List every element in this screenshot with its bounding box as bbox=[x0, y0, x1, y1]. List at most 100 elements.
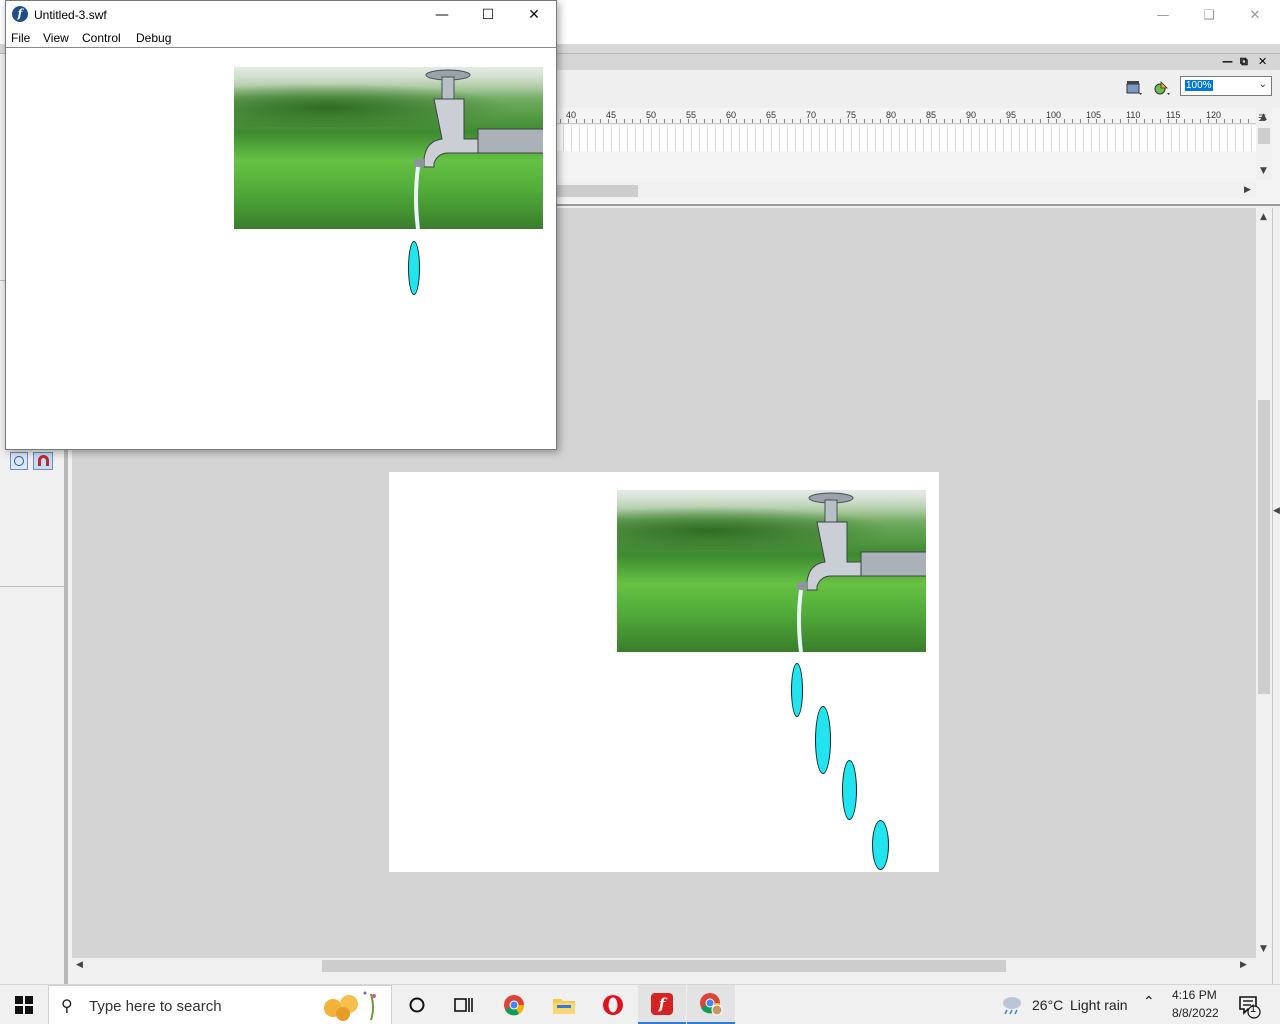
ruler-tick bbox=[872, 119, 873, 123]
ruler-tick bbox=[792, 119, 793, 123]
ruler-tick bbox=[1080, 119, 1081, 123]
ruler-tick bbox=[1232, 119, 1233, 123]
ruler-tick bbox=[1040, 119, 1041, 123]
menu-file[interactable]: File bbox=[11, 31, 30, 45]
water-drop[interactable] bbox=[872, 820, 889, 870]
flash-player-icon: f bbox=[12, 6, 28, 22]
ruler-tick bbox=[952, 119, 953, 123]
close-button[interactable]: ✕ bbox=[511, 1, 557, 29]
ruler-tick bbox=[1048, 119, 1049, 123]
ruler-tick bbox=[816, 119, 817, 123]
task-view-button[interactable] bbox=[393, 985, 441, 1024]
notification-count: 1 bbox=[1250, 1003, 1257, 1015]
taskbar: ⚲ Type here to search f 26°C Light rain … bbox=[0, 984, 1280, 1024]
ruler-tick bbox=[1248, 119, 1249, 123]
scroll-right-icon[interactable]: ▶ bbox=[1240, 960, 1247, 970]
timeline-hscroll-thumb[interactable] bbox=[556, 185, 638, 197]
panel-close-icon[interactable]: ✕ bbox=[1258, 55, 1267, 68]
timeline-horizontal-scrollbar[interactable]: ▶ bbox=[556, 182, 1256, 198]
chevron-down-icon: ⌄ bbox=[1258, 79, 1267, 90]
faucet-image[interactable] bbox=[617, 490, 926, 652]
maximize-button[interactable]: ☐ bbox=[465, 1, 511, 29]
weather-condition[interactable]: Light rain bbox=[1070, 997, 1128, 1013]
ruler-tick bbox=[1064, 119, 1065, 123]
weather-temperature[interactable]: 26°C bbox=[1032, 997, 1063, 1013]
ruler-tick bbox=[560, 119, 561, 123]
taskbar-search[interactable]: ⚲ Type here to search bbox=[48, 985, 392, 1024]
ruler-tick bbox=[608, 119, 609, 123]
ruler-tick bbox=[1208, 119, 1209, 123]
ruler-tick bbox=[624, 119, 625, 123]
taskbar-opera[interactable] bbox=[589, 985, 637, 1024]
ruler-tick bbox=[1144, 119, 1145, 123]
ruler-tick bbox=[888, 119, 889, 123]
edit-symbols-icon[interactable] bbox=[1152, 78, 1172, 98]
stage-hscroll-thumb[interactable] bbox=[322, 960, 1006, 972]
swf-movie-area[interactable] bbox=[6, 49, 556, 449]
taskbar-chrome[interactable] bbox=[490, 985, 538, 1024]
ruler-tick bbox=[912, 119, 913, 123]
search-placeholder: Type here to search bbox=[89, 998, 222, 1015]
ruler-tick bbox=[728, 119, 729, 123]
ide-restore-button[interactable]: ❑ bbox=[1186, 0, 1232, 30]
menu-debug[interactable]: Debug bbox=[136, 31, 171, 45]
taskbar-chrome-profile[interactable] bbox=[687, 985, 735, 1024]
scroll-down-icon[interactable]: ▼ bbox=[1260, 944, 1267, 954]
scroll-left-icon[interactable]: ◀ bbox=[76, 960, 83, 970]
scroll-down-icon[interactable]: ▼ bbox=[1260, 166, 1267, 176]
timeline-vscroll-thumb[interactable] bbox=[1258, 128, 1270, 144]
scroll-right-icon[interactable]: ▶ bbox=[1244, 185, 1251, 195]
ruler-tick bbox=[1152, 119, 1153, 123]
start-button[interactable] bbox=[0, 985, 48, 1024]
taskbar-file-explorer[interactable] bbox=[540, 985, 588, 1024]
collapsed-panel-strip[interactable]: ◀ bbox=[1272, 208, 1280, 984]
ruler-tick bbox=[1200, 119, 1201, 123]
ruler-tick bbox=[704, 119, 705, 123]
ruler-tick bbox=[936, 119, 937, 123]
clock-time[interactable]: 4:16 PM bbox=[1172, 988, 1217, 1002]
ruler-tick bbox=[744, 119, 745, 123]
panel-restore-icon[interactable]: ⧉ bbox=[1240, 55, 1248, 69]
taskbar-flash[interactable]: f bbox=[638, 985, 686, 1024]
search-icon: ⚲ bbox=[61, 996, 73, 1015]
ruler-tick bbox=[784, 119, 785, 123]
ruler-tick bbox=[592, 119, 593, 123]
timeline-menu-icon[interactable]: ☰ bbox=[1258, 114, 1266, 124]
stage-vscroll-thumb[interactable] bbox=[1258, 400, 1270, 694]
ruler-tick bbox=[656, 119, 657, 123]
ruler-tick bbox=[960, 119, 961, 123]
ide-close-button[interactable]: ✕ bbox=[1232, 0, 1278, 30]
menu-view[interactable]: View bbox=[43, 31, 69, 45]
water-drop[interactable] bbox=[815, 706, 831, 774]
ruler-tick bbox=[1216, 119, 1217, 123]
cortana-circle-icon bbox=[409, 997, 425, 1013]
zoom-select[interactable]: 100% ⌄ bbox=[1180, 76, 1272, 96]
menu-control[interactable]: Control bbox=[82, 31, 121, 45]
ruler-tick bbox=[776, 119, 777, 123]
stage[interactable] bbox=[389, 472, 939, 872]
water-drop[interactable] bbox=[791, 663, 803, 717]
ide-minimize-button[interactable]: — bbox=[1140, 0, 1186, 30]
ruler-tick bbox=[1096, 119, 1097, 123]
stage-horizontal-scrollbar[interactable]: ◀ ▶ bbox=[72, 958, 1256, 974]
timeline-frames[interactable] bbox=[556, 125, 1256, 151]
timeline-panel: — ⧉ ✕ 100% ⌄ 40 45 50 55 60 65 70 75 80 85 90 95 100… bbox=[556, 54, 1280, 206]
edit-scene-icon[interactable] bbox=[1124, 78, 1144, 98]
swf-titlebar[interactable]: f Untitled-3.swf — ☐ ✕ bbox=[6, 1, 556, 29]
ruler-tick bbox=[1088, 119, 1089, 123]
task-view-app[interactable] bbox=[440, 985, 488, 1024]
ruler-tick bbox=[664, 119, 665, 123]
water-drop[interactable] bbox=[842, 760, 857, 820]
stage-vertical-scrollbar[interactable]: ▲ ▼ bbox=[1256, 208, 1272, 960]
swf-player-window: f Untitled-3.swf — ☐ ✕ File View Control… bbox=[5, 0, 557, 450]
panel-minimize-icon[interactable]: — bbox=[1222, 55, 1233, 68]
ruler-tick bbox=[688, 119, 689, 123]
scroll-up-icon[interactable]: ▲ bbox=[1260, 212, 1267, 222]
ruler-tick bbox=[1128, 119, 1129, 123]
minimize-button[interactable]: — bbox=[419, 1, 465, 29]
clock-date[interactable]: 8/8/2022 bbox=[1172, 1006, 1219, 1020]
snap-magnet-icon[interactable] bbox=[33, 452, 53, 470]
expand-panel-icon[interactable]: ◀ bbox=[1273, 506, 1280, 516]
object-drawing-icon[interactable] bbox=[10, 452, 28, 470]
show-hidden-icons-icon[interactable]: ⌃ bbox=[1143, 994, 1155, 1010]
